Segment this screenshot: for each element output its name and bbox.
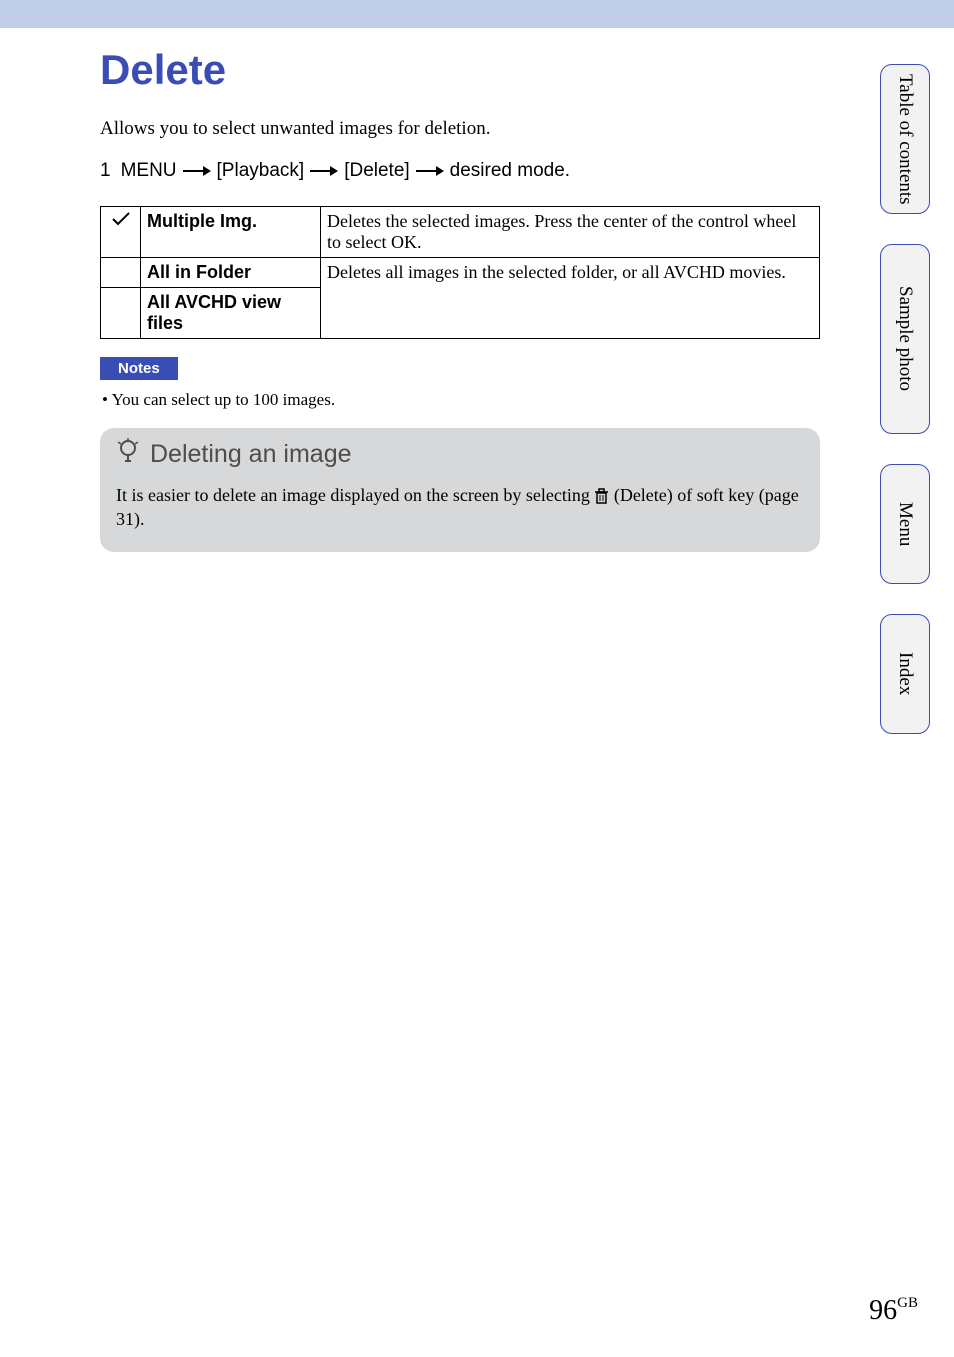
tip-body-before: It is easier to delete an image displaye…: [116, 485, 594, 505]
check-cell: [101, 288, 141, 339]
check-cell: [101, 258, 141, 288]
arrow-right-icon: [183, 165, 211, 177]
option-label: Multiple Img.: [141, 207, 321, 258]
note-item: You can select up to 100 images.: [102, 390, 830, 410]
step-part: desired mode.: [450, 160, 570, 182]
tab-table-of-contents[interactable]: Table of contents: [880, 64, 930, 214]
options-table: Multiple Img. Deletes the selected image…: [100, 206, 820, 339]
option-label: All AVCHD view files: [141, 288, 321, 339]
arrow-right-icon: [416, 165, 444, 177]
step-part: [Delete]: [344, 160, 409, 182]
table-row: All in Folder Deletes all images in the …: [101, 258, 820, 288]
page-number: 96GB: [869, 1295, 918, 1327]
step-number: 1: [100, 160, 111, 182]
table-row: Multiple Img. Deletes the selected image…: [101, 207, 820, 258]
page-number-suffix: GB: [897, 1295, 918, 1311]
checkmark-icon: [111, 211, 131, 231]
main-content: Delete Allows you to select unwanted ima…: [0, 28, 830, 552]
tip-box: Deleting an image It is easier to delete…: [100, 428, 820, 552]
tip-body: It is easier to delete an image displaye…: [116, 483, 804, 532]
notes-section: Notes You can select up to 100 images.: [100, 357, 830, 410]
arrow-right-icon: [310, 165, 338, 177]
intro-text: Allows you to select unwanted images for…: [100, 118, 830, 140]
step-part: MENU: [121, 160, 177, 182]
menu-path-step: 1 MENU [Playback] [Delete] desired mode.: [100, 160, 830, 182]
option-label: All in Folder: [141, 258, 321, 288]
page-title: Delete: [100, 46, 830, 94]
step-part: [Playback]: [217, 160, 305, 182]
side-tabs: Table of contents Sample photo Menu Inde…: [880, 64, 930, 734]
tab-menu[interactable]: Menu: [880, 464, 930, 584]
top-bar: [0, 0, 954, 28]
tip-title-text: Deleting an image: [150, 440, 352, 469]
tab-index[interactable]: Index: [880, 614, 930, 734]
notes-label: Notes: [100, 357, 178, 380]
page-number-value: 96: [869, 1295, 897, 1326]
option-desc: Deletes the selected images. Press the c…: [321, 207, 820, 258]
check-cell: [101, 207, 141, 258]
tab-sample-photo[interactable]: Sample photo: [880, 244, 930, 434]
lightbulb-icon: [116, 438, 140, 471]
option-desc: Deletes all images in the selected folde…: [321, 258, 820, 339]
trash-icon: [594, 488, 609, 505]
tip-title-row: Deleting an image: [116, 438, 804, 471]
